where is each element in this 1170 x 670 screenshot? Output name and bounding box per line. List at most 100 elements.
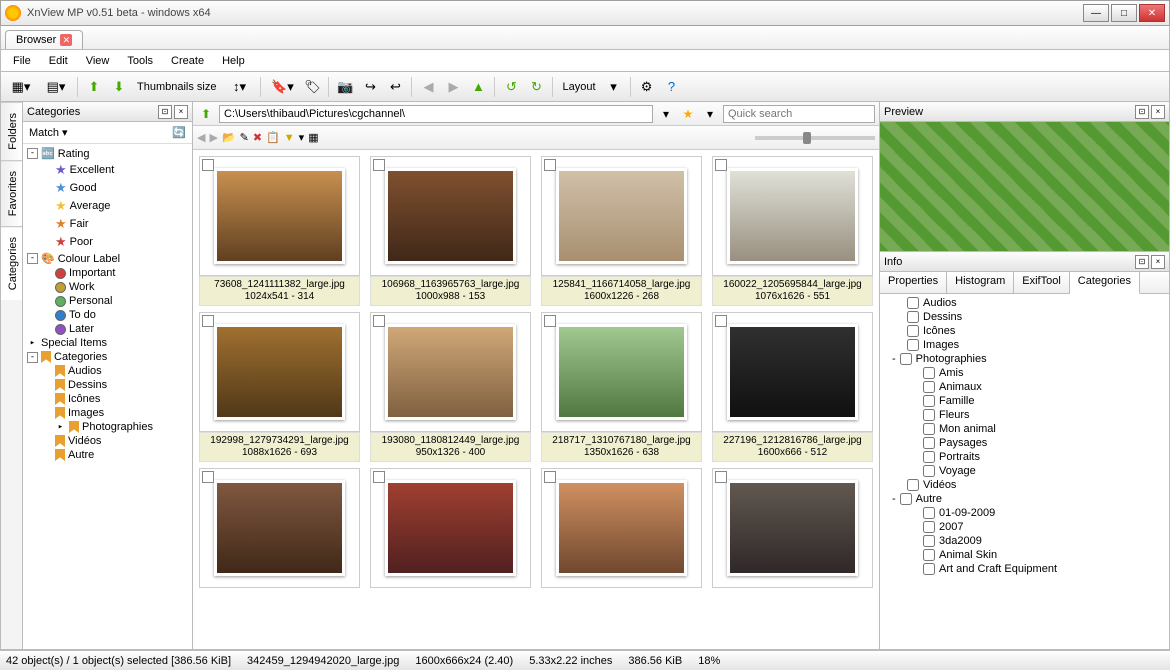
thumb-checkbox[interactable]: [373, 471, 385, 483]
down-button[interactable]: ⬇: [108, 76, 130, 98]
rotate-left-button[interactable]: ↺: [500, 76, 522, 98]
info-cat-checkbox[interactable]: [900, 493, 912, 505]
path-drop-icon[interactable]: ▾: [657, 105, 675, 123]
side-tab-favorites[interactable]: Favorites: [1, 160, 22, 226]
filter-icon[interactable]: ▼: [284, 132, 295, 144]
categories-tree[interactable]: -🔤Rating★Excellent★Good★Average★Fair★Poo…: [23, 144, 192, 649]
thumbnail[interactable]: 192998_1279734291_large.jpg1088x1626 - 6…: [199, 312, 360, 462]
info-cat-row[interactable]: Art and Craft Equipment: [882, 562, 1167, 576]
info-cat-checkbox[interactable]: [923, 381, 935, 393]
info-cat-checkbox[interactable]: [907, 339, 919, 351]
info-cat-row[interactable]: 3da2009: [882, 534, 1167, 548]
side-tab-categories[interactable]: Categories: [1, 226, 22, 300]
info-cat-checkbox[interactable]: [907, 297, 919, 309]
info-cat-row[interactable]: Fleurs: [882, 408, 1167, 422]
info-cat-row[interactable]: Animaux: [882, 380, 1167, 394]
hist-back-icon[interactable]: ◀: [197, 131, 205, 144]
side-tab-folders[interactable]: Folders: [1, 102, 22, 160]
layout-drop[interactable]: ▾: [603, 76, 625, 98]
up-button[interactable]: ⬆: [83, 76, 105, 98]
menu-edit[interactable]: Edit: [41, 53, 76, 69]
info-cat-row[interactable]: Famille: [882, 394, 1167, 408]
info-cat-row[interactable]: Amis: [882, 366, 1167, 380]
info-cat-row[interactable]: -Photographies: [882, 352, 1167, 366]
filter-drop-icon[interactable]: ▾: [299, 131, 305, 144]
tree-cat-item[interactable]: Images: [23, 406, 192, 420]
thumb-checkbox[interactable]: [202, 315, 214, 327]
match-dropdown[interactable]: Match ▾: [29, 126, 168, 139]
tree-rating-item[interactable]: ★Excellent: [23, 161, 192, 179]
info-cat-checkbox[interactable]: [923, 451, 935, 463]
tree-color-item[interactable]: Later: [23, 322, 192, 336]
grid-icon[interactable]: ▦: [308, 131, 318, 144]
thumb-checkbox[interactable]: [373, 315, 385, 327]
info-cat-checkbox[interactable]: [923, 465, 935, 477]
thumbnail[interactable]: 160022_1205695844_large.jpg1076x1626 - 5…: [712, 156, 873, 306]
close-panel-icon[interactable]: ×: [174, 105, 188, 119]
info-cat-checkbox[interactable]: [923, 437, 935, 449]
tree-cat-item[interactable]: Dessins: [23, 378, 192, 392]
thumbnail[interactable]: 218717_1310767180_large.jpg1350x1626 - 6…: [541, 312, 702, 462]
info-cat-row[interactable]: 01-09-2009: [882, 506, 1167, 520]
info-cat-checkbox[interactable]: [907, 311, 919, 323]
hist-fwd-icon[interactable]: ▶: [209, 131, 217, 144]
info-cat-row[interactable]: Animal Skin: [882, 548, 1167, 562]
menu-tools[interactable]: Tools: [119, 53, 161, 69]
info-cat-row[interactable]: Dessins: [882, 310, 1167, 324]
menu-view[interactable]: View: [78, 53, 118, 69]
tree-special[interactable]: ▸Special Items: [23, 336, 192, 350]
tree-color-item[interactable]: Personal: [23, 294, 192, 308]
info-cat-checkbox[interactable]: [907, 479, 919, 491]
nav-up-icon[interactable]: ⬆: [197, 105, 215, 123]
thumbnail[interactable]: 227196_1212816786_large.jpg1600x666 - 51…: [712, 312, 873, 462]
tree-rating[interactable]: -🔤Rating: [23, 146, 192, 161]
tree-cat-item[interactable]: Autre: [23, 448, 192, 462]
info-cat-checkbox[interactable]: [923, 423, 935, 435]
thumb-checkbox[interactable]: [715, 471, 727, 483]
info-cat-row[interactable]: Vidéos: [882, 478, 1167, 492]
tree-colorlabel[interactable]: -🎨Colour Label: [23, 251, 192, 266]
open-folder-icon[interactable]: 📂: [222, 131, 236, 144]
info-cat-row[interactable]: Portraits: [882, 450, 1167, 464]
info-cat-row[interactable]: Images: [882, 338, 1167, 352]
rename-icon[interactable]: ✎: [240, 131, 249, 144]
maximize-button[interactable]: □: [1111, 4, 1137, 22]
info-cat-checkbox[interactable]: [923, 409, 935, 421]
tab-browser[interactable]: Browser ✕: [5, 30, 83, 49]
view-mode-button[interactable]: ▤▾: [40, 76, 72, 98]
tab-histogram[interactable]: Histogram: [947, 272, 1014, 293]
thumbnail[interactable]: [199, 468, 360, 588]
thumbnail-viewport[interactable]: 73608_1241111382_large.jpg1024x541 - 314…: [193, 150, 879, 649]
thumb-checkbox[interactable]: [715, 315, 727, 327]
settings-button[interactable]: ⚙: [636, 76, 658, 98]
capture-button[interactable]: 📷: [334, 76, 356, 98]
thumb-checkbox[interactable]: [544, 315, 556, 327]
minimize-button[interactable]: —: [1083, 4, 1109, 22]
export-button[interactable]: ↪: [359, 76, 381, 98]
info-close-icon[interactable]: ×: [1151, 255, 1165, 269]
tree-rating-item[interactable]: ★Good: [23, 179, 192, 197]
thumb-checkbox[interactable]: [544, 159, 556, 171]
thumb-checkbox[interactable]: [202, 471, 214, 483]
tree-cat-item[interactable]: Vidéos: [23, 434, 192, 448]
fav-drop-icon[interactable]: ▾: [701, 105, 719, 123]
favorite-star-icon[interactable]: ★: [679, 105, 697, 123]
tag-button[interactable]: 🏷: [301, 76, 323, 98]
preview-dock-icon[interactable]: ⊡: [1135, 105, 1149, 119]
thumb-checkbox[interactable]: [544, 471, 556, 483]
thumbnail[interactable]: [712, 468, 873, 588]
info-cat-checkbox[interactable]: [907, 325, 919, 337]
info-cat-checkbox[interactable]: [923, 367, 935, 379]
import-button[interactable]: ↩: [384, 76, 406, 98]
bookmark-button[interactable]: 🔖▾: [266, 76, 298, 98]
thumbnail[interactable]: 193080_1180812449_large.jpg950x1326 - 40…: [370, 312, 531, 462]
info-cat-row[interactable]: Audios: [882, 296, 1167, 310]
tab-categories[interactable]: Categories: [1070, 272, 1140, 294]
info-dock-icon[interactable]: ⊡: [1135, 255, 1149, 269]
info-cat-checkbox[interactable]: [923, 563, 935, 575]
info-cat-row[interactable]: 2007: [882, 520, 1167, 534]
tree-rating-item[interactable]: ★Fair: [23, 215, 192, 233]
preview-close-icon[interactable]: ×: [1151, 105, 1165, 119]
info-cat-checkbox[interactable]: [923, 395, 935, 407]
quick-select-button[interactable]: ▦▾: [5, 76, 37, 98]
